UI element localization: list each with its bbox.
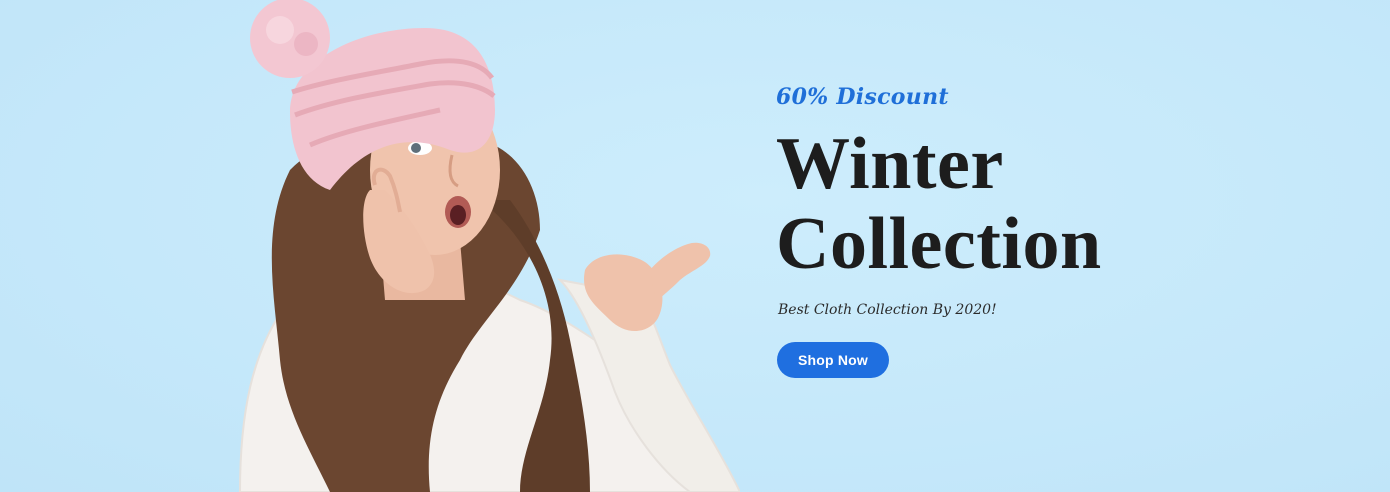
hero-illustration (238, 0, 740, 492)
hero-content: 60% Discount Winter Collection Best Clot… (776, 82, 1336, 320)
hero-image-girl-in-pink-hat (220, 0, 740, 492)
hero-title-line-2: Collection (776, 203, 1102, 285)
hero-title-line-1: Winter (776, 123, 1004, 205)
hero-subtitle: Best Cloth Collection By 2020! (778, 302, 997, 318)
hero-banner: 60% Discount Winter Collection Best Clot… (0, 0, 1390, 492)
hero-title: Winter Collection (776, 124, 1336, 284)
discount-tagline: 60% Discount (776, 84, 949, 110)
shop-now-button[interactable]: Shop Now (777, 342, 889, 378)
